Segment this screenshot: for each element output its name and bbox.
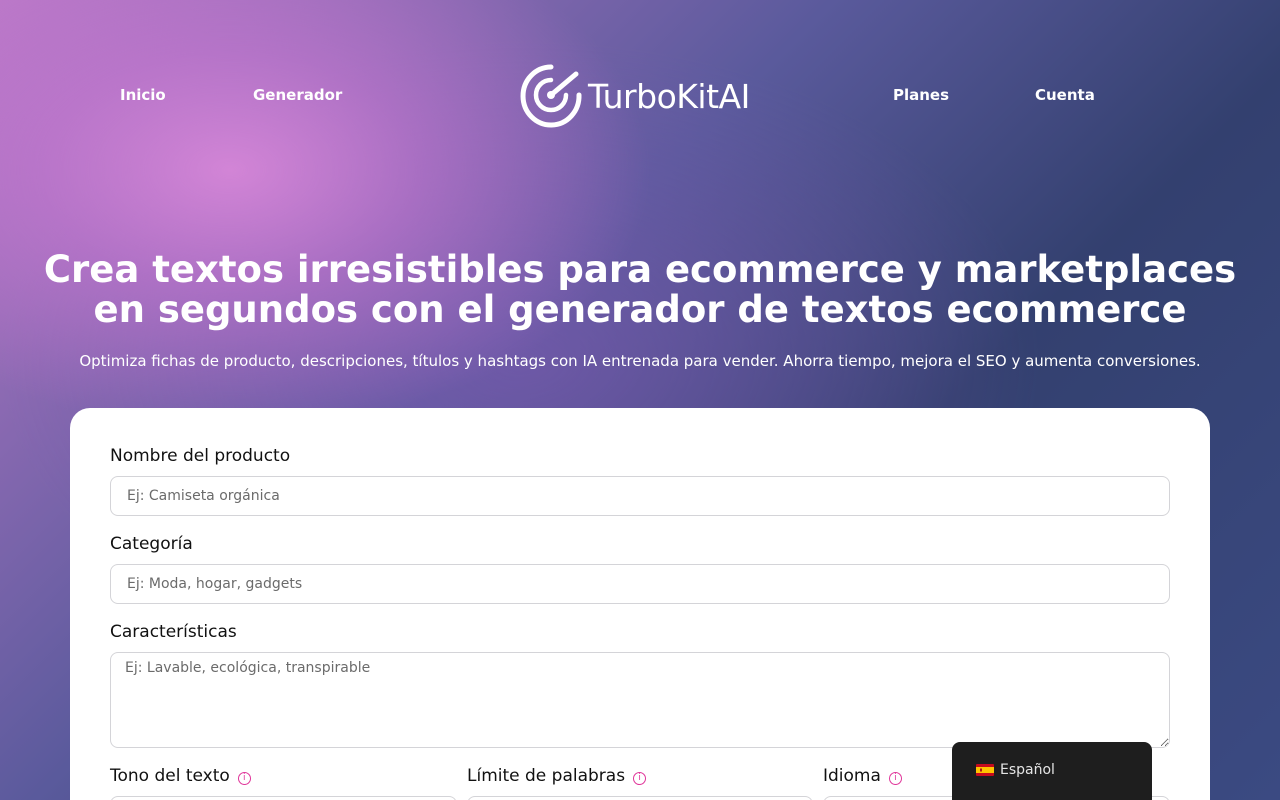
hero-title: Crea textos irresistibles para ecommerce… [40,250,1240,330]
nav-link-inicio[interactable]: Inicio [120,86,166,104]
category-label: Categoría [110,534,193,554]
spain-flag-icon [976,764,994,776]
word-limit-label: Límite de palabras [467,766,626,786]
nav-link-generador[interactable]: Generador [253,86,342,104]
logo[interactable]: TurboKitAI [518,62,768,130]
features-label: Características [110,622,237,642]
tone-field-label: Tono del texto i [110,766,251,786]
info-icon[interactable]: i [888,772,902,785]
word-limit-input[interactable] [467,796,813,800]
hero-title-line-1: Crea textos irresistibles para ecommerce… [43,248,1237,291]
language-switcher-label: Español [1000,762,1055,778]
hero-subtitle: Optimiza fichas de producto, descripcion… [79,352,1201,370]
product-name-input[interactable] [110,476,1170,516]
language-field-label: Idioma i [823,766,902,786]
logo-text: TurboKitAI [588,76,750,116]
info-icon[interactable]: i [237,772,251,785]
language-label: Idioma [823,766,881,786]
language-switcher[interactable]: Español [952,742,1152,800]
product-name-label: Nombre del producto [110,446,291,466]
tone-label: Tono del texto [110,766,230,786]
word-limit-field-label: Límite de palabras i [467,766,647,786]
speedometer-logo-icon [520,64,582,128]
hero-title-line-2: en segundos con el generador de textos e… [93,288,1187,331]
features-textarea[interactable] [110,652,1170,748]
tone-select[interactable] [110,796,457,800]
nav-link-planes[interactable]: Planes [893,86,949,104]
nav-link-cuenta[interactable]: Cuenta [1035,86,1095,104]
category-input[interactable] [110,564,1170,604]
info-icon[interactable]: i [633,772,647,785]
